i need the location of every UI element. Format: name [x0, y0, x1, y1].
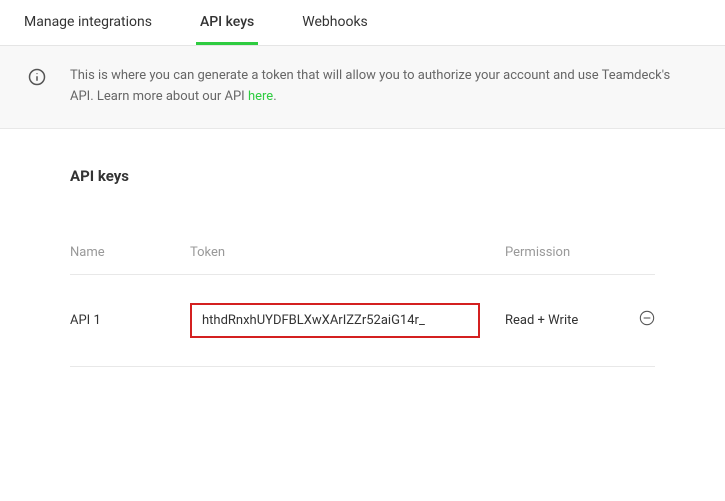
- tab-manage-integrations[interactable]: Manage integrations: [20, 0, 156, 45]
- info-banner: This is where you can generate a token t…: [0, 46, 725, 129]
- table-row: API 1 hthdRnxhUYDFBLXwXArIZZr52aiG14r_ R…: [70, 275, 655, 367]
- minus-circle-icon: [639, 310, 655, 330]
- token-value[interactable]: hthdRnxhUYDFBLXwXArIZZr52aiG14r_: [190, 303, 480, 338]
- section-title: API keys: [70, 167, 655, 185]
- info-icon: [28, 68, 46, 90]
- tab-label: Manage integrations: [24, 14, 152, 30]
- table-header: Name Token Permission: [70, 245, 655, 275]
- tab-api-keys[interactable]: API keys: [196, 0, 258, 45]
- banner-link[interactable]: here: [248, 89, 273, 104]
- row-delete-button[interactable]: [625, 310, 655, 330]
- col-header-name: Name: [70, 245, 190, 260]
- tab-label: API keys: [200, 14, 254, 30]
- content: API keys Name Token Permission API 1 hth…: [0, 129, 725, 387]
- tabs-bar: Manage integrations API keys Webhooks: [0, 0, 725, 46]
- banner-text-before: This is where you can generate a token t…: [70, 68, 670, 104]
- row-name: API 1: [70, 313, 190, 328]
- info-text: This is where you can generate a token t…: [70, 66, 697, 108]
- col-header-permission: Permission: [505, 245, 625, 260]
- tab-webhooks[interactable]: Webhooks: [298, 0, 372, 45]
- col-header-actions: [625, 245, 655, 260]
- row-permission: Read + Write: [505, 313, 625, 328]
- row-token-cell: hthdRnxhUYDFBLXwXArIZZr52aiG14r_: [190, 303, 505, 338]
- tab-label: Webhooks: [302, 14, 368, 30]
- col-header-token: Token: [190, 245, 505, 260]
- banner-text-after: .: [273, 89, 276, 104]
